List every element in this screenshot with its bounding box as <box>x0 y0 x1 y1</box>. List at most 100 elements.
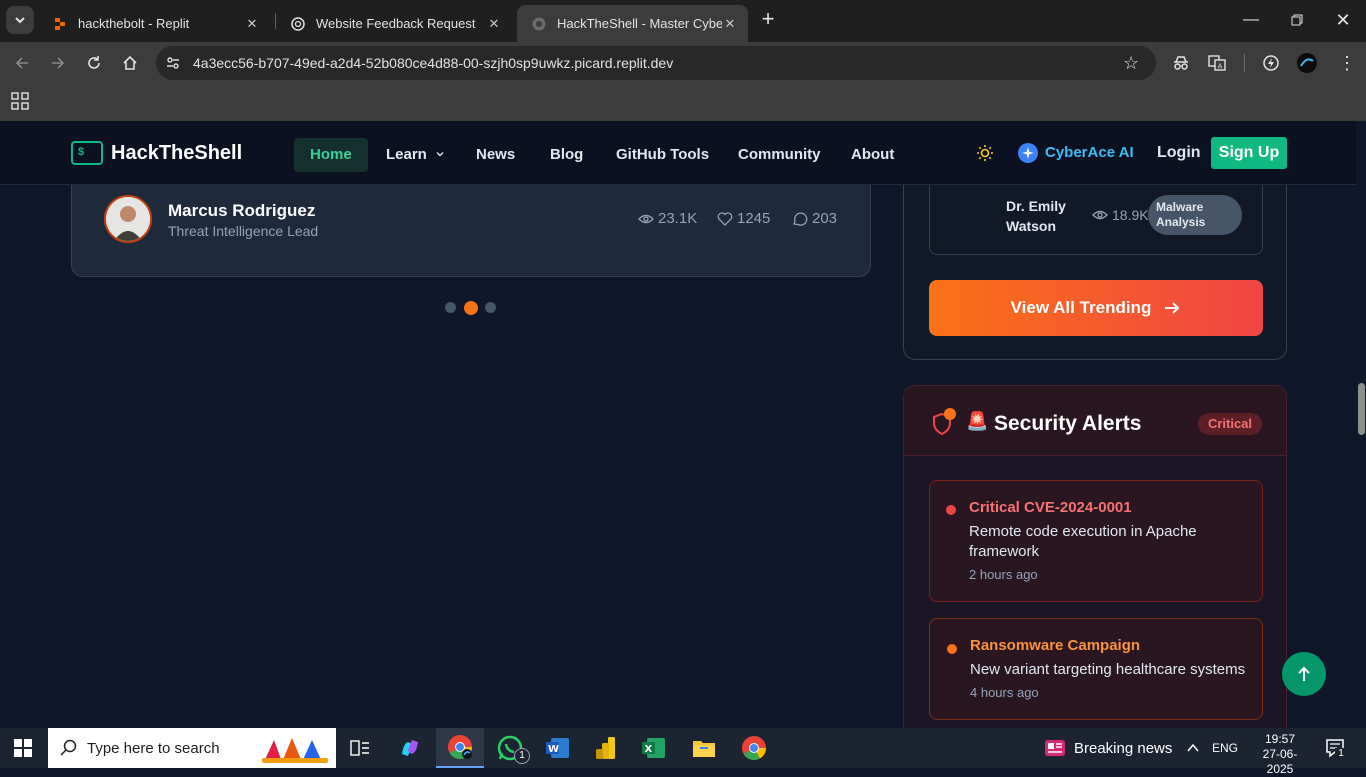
back-icon[interactable] <box>9 50 35 76</box>
scroll-to-top-button[interactable] <box>1282 652 1326 696</box>
author-name: Marcus Rodriguez <box>168 201 316 220</box>
url-text[interactable]: 4a3ecc56-b707-49ed-a2d4-52b080ce4d88-00-… <box>193 55 673 71</box>
brand-name[interactable]: HackTheShell <box>111 142 242 165</box>
tab-hacktheshell[interactable]: HackTheShell - Master Cyberse ✕ <box>517 5 748 42</box>
comments-stat[interactable]: 203 <box>792 210 837 227</box>
apps-grid-icon[interactable] <box>11 92 29 115</box>
notification-badge: 1 <box>1335 748 1347 760</box>
login-button[interactable]: Login <box>1157 144 1201 162</box>
nav-learn[interactable]: Learn <box>386 138 445 172</box>
home-icon[interactable] <box>117 50 143 76</box>
svg-text:W: W <box>548 744 559 755</box>
signup-button[interactable]: Sign Up <box>1211 137 1287 169</box>
security-alerts-panel: 🚨 Security Alerts Critical Critical CVE-… <box>903 385 1287 728</box>
scrollbar-thumb[interactable] <box>1358 383 1365 435</box>
tab-title: HackTheShell - Master Cyberse <box>557 16 722 31</box>
file-explorer-icon[interactable] <box>680 728 728 768</box>
theme-sun-icon[interactable] <box>976 144 994 167</box>
taskbar-search-box[interactable]: Type here to search <box>48 728 336 768</box>
search-icon <box>60 739 77 756</box>
logo-glyph: $ <box>78 146 85 158</box>
openai-icon <box>290 16 306 32</box>
alert-item[interactable]: Ransomware Campaign New variant targetin… <box>929 618 1263 720</box>
carousel-dot-active[interactable] <box>464 301 478 315</box>
news-widget-icon[interactable] <box>1044 738 1066 763</box>
nav-news[interactable]: News <box>476 138 515 172</box>
alert-severity-dot <box>946 505 956 515</box>
news-widget-label[interactable]: Breaking news <box>1074 740 1172 757</box>
likes-stat[interactable]: 1245 <box>717 210 770 227</box>
alert-item[interactable]: Critical CVE-2024-0001 Remote code execu… <box>929 480 1263 602</box>
carousel-dot[interactable] <box>485 302 496 313</box>
chrome-icon <box>448 735 472 760</box>
close-tab-icon[interactable]: ✕ <box>486 16 502 32</box>
translate-icon[interactable]: A <box>1204 50 1230 76</box>
close-window-icon[interactable]: ✕ <box>1320 0 1366 40</box>
profile-avatar[interactable] <box>1294 50 1320 76</box>
clock[interactable]: 19:57 27-06-2025 <box>1250 732 1310 777</box>
power-bi-icon[interactable] <box>582 728 630 768</box>
toolbar-divider <box>1244 54 1245 72</box>
close-tab-icon[interactable]: ✕ <box>722 16 738 32</box>
close-tab-icon[interactable]: ✕ <box>244 16 260 32</box>
site-info-icon[interactable] <box>164 54 182 72</box>
chrome-icon-second[interactable] <box>730 728 778 768</box>
web-page: $ HackTheShell Home Learn News Blog GitH… <box>0 121 1356 728</box>
comment-icon <box>793 212 808 226</box>
alert-time: 4 hours ago <box>970 685 1039 700</box>
trending-author: Dr. Emily Watson <box>1006 198 1066 234</box>
minimize-icon[interactable]: — <box>1228 0 1274 40</box>
menu-kebab-icon[interactable]: ⋮ <box>1334 50 1360 76</box>
ai-sparkle-icon <box>1018 143 1038 163</box>
tab-replit[interactable]: hackthebolt - Replit ✕ <box>38 5 270 42</box>
tab-title: hackthebolt - Replit <box>78 16 190 31</box>
alert-indicator-dot <box>944 408 956 420</box>
nav-github-tools[interactable]: GitHub Tools <box>616 138 709 172</box>
nav-community[interactable]: Community <box>738 138 821 172</box>
language-indicator[interactable]: ENG <box>1212 741 1238 755</box>
search-highlight-icon <box>260 732 332 764</box>
extension-icon[interactable] <box>1258 50 1284 76</box>
nav-about[interactable]: About <box>851 138 894 172</box>
nav-blog[interactable]: Blog <box>550 138 583 172</box>
nav-home[interactable]: Home <box>294 138 368 172</box>
alerts-title: Security Alerts <box>994 412 1142 435</box>
reload-icon[interactable] <box>81 50 107 76</box>
search-placeholder: Type here to search <box>87 740 220 757</box>
alert-title: Critical CVE-2024-0001 <box>969 499 1132 516</box>
eye-icon <box>638 214 654 223</box>
incognito-icon[interactable] <box>1168 50 1194 76</box>
trending-item[interactable]: Dr. Emily Watson 18.9K Malware Analysis <box>929 185 1263 255</box>
siren-icon: 🚨 <box>966 411 989 431</box>
windows-start-icon[interactable] <box>14 739 32 762</box>
carousel-dot[interactable] <box>445 302 456 313</box>
whatsapp-icon[interactable]: 1 <box>486 728 534 768</box>
terminal-logo-icon: $ <box>71 141 103 165</box>
new-tab-button[interactable]: + <box>756 8 780 32</box>
trending-views: 18.9K <box>1092 207 1149 223</box>
heart-icon <box>717 211 733 226</box>
featured-post-card[interactable]: Marcus Rodriguez Threat Intelligence Lea… <box>71 185 871 277</box>
view-all-label: View All Trending <box>1010 298 1152 317</box>
svg-text:X: X <box>645 744 653 755</box>
trending-tag: Malware Analysis <box>1148 195 1242 235</box>
whatsapp-badge: 1 <box>514 748 530 764</box>
views-stat: 23.1K <box>638 210 697 227</box>
word-icon[interactable]: W <box>534 728 582 768</box>
forward-icon[interactable] <box>45 50 71 76</box>
notification-icon[interactable]: 1 <box>1325 738 1347 763</box>
cyberace-ai-link[interactable]: CyberAce AI <box>1045 144 1134 161</box>
bookmark-star-icon[interactable]: ☆ <box>1123 53 1139 74</box>
excel-icon[interactable]: X <box>630 728 678 768</box>
chevron-up-icon[interactable] <box>1186 741 1200 759</box>
chevron-down-icon <box>15 17 25 24</box>
restore-icon[interactable] <box>1274 0 1320 40</box>
alert-time: 2 hours ago <box>969 567 1038 582</box>
chrome-app-active[interactable] <box>436 728 484 768</box>
view-all-trending-button[interactable]: View All Trending <box>929 280 1263 336</box>
tab-feedback[interactable]: Website Feedback Request ✕ <box>276 5 512 42</box>
task-view-icon[interactable] <box>336 728 384 768</box>
copilot-icon[interactable] <box>386 728 434 768</box>
tab-search-button[interactable] <box>6 6 34 34</box>
author-role: Threat Intelligence Lead <box>168 223 319 239</box>
